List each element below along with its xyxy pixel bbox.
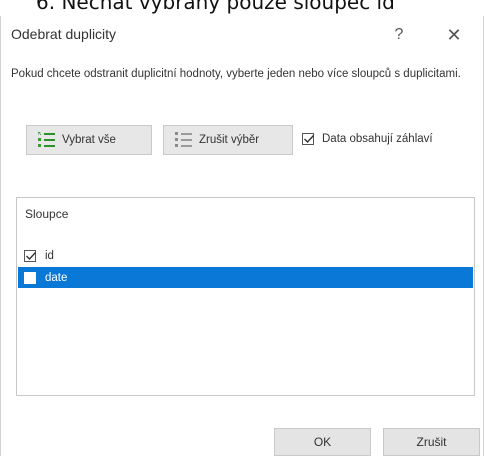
cancel-button[interactable]: Zrušit xyxy=(383,428,480,456)
columns-header: Sloupce xyxy=(25,207,69,221)
has-headers-label: Data obsahují záhlaví xyxy=(322,133,433,145)
document-background-text: 6. Nechat vybraný pouze sloupec id xyxy=(0,0,485,16)
select-all-label: Vybrat vše xyxy=(62,134,116,146)
column-checkbox-id[interactable] xyxy=(24,249,37,262)
close-button[interactable]: ✕ xyxy=(441,22,467,48)
unselect-all-button[interactable]: Zrušit výběr xyxy=(163,125,293,155)
list-unchecked-icon xyxy=(175,132,192,147)
remove-duplicates-dialog: Odebrat duplicity ? ✕ Pokud chcete odstr… xyxy=(0,16,484,456)
checkmark-icon xyxy=(26,251,37,260)
document-heading-fragment: 6. Nechat vybraný pouze sloupec id xyxy=(36,0,395,14)
help-button[interactable]: ? xyxy=(386,22,412,48)
checkmark-icon xyxy=(304,135,315,144)
list-checked-icon xyxy=(37,131,55,147)
column-label-id: id xyxy=(45,249,54,262)
dialog-titlebar: Odebrat duplicity ? ✕ xyxy=(1,16,483,52)
columns-list[interactable]: Sloupce id date xyxy=(16,197,475,396)
dialog-title: Odebrat duplicity xyxy=(11,26,117,42)
select-all-button[interactable]: Vybrat vše xyxy=(26,125,152,155)
has-headers-checkbox[interactable]: Data obsahují záhlaví xyxy=(302,133,433,145)
dialog-description: Pokud chcete odstranit duplicitní hodnot… xyxy=(11,68,461,80)
column-checkbox-date[interactable] xyxy=(24,271,36,284)
column-row-date[interactable]: date xyxy=(18,267,473,288)
ok-button[interactable]: OK xyxy=(274,428,371,456)
unselect-all-label: Zrušit výběr xyxy=(199,134,260,146)
has-headers-check[interactable] xyxy=(302,133,315,145)
column-label-date: date xyxy=(45,271,68,284)
column-row-id[interactable]: id xyxy=(18,245,473,266)
